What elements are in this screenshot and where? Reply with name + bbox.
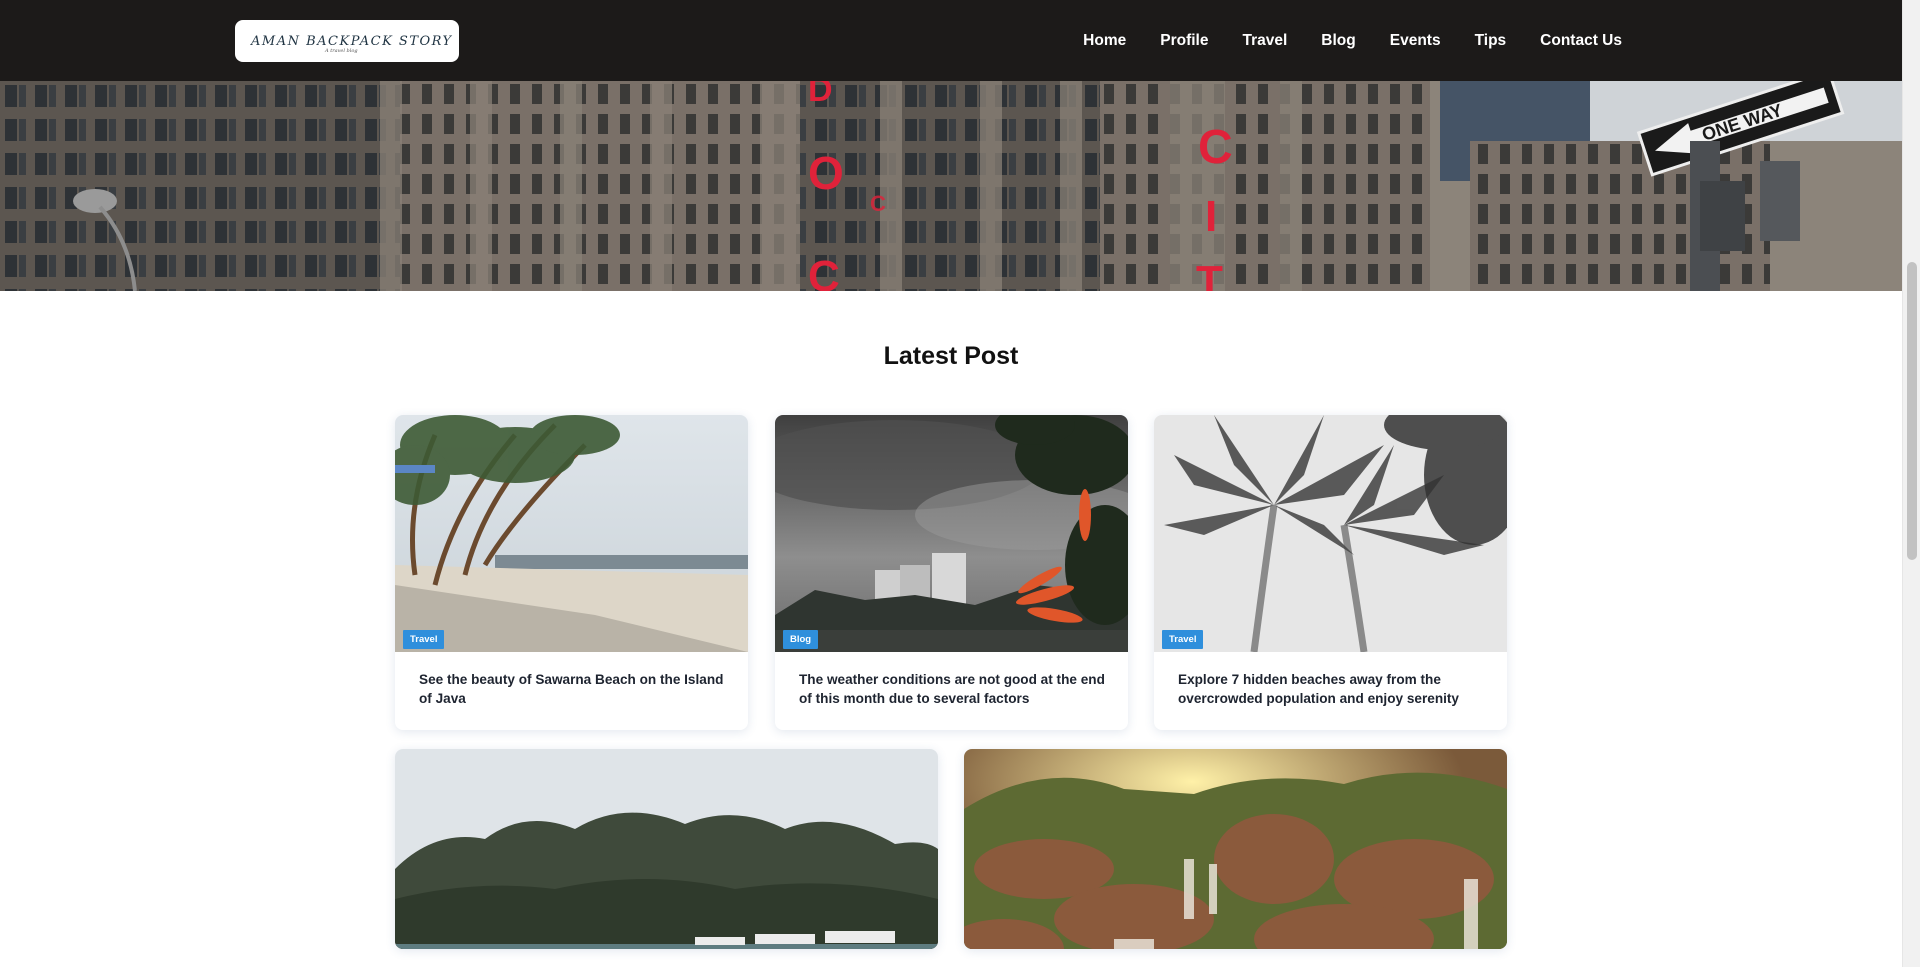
nav-profile[interactable]: Profile (1143, 32, 1225, 50)
site-logo[interactable]: AMAN BACKPACK STORY A travel blog (235, 20, 459, 62)
hero-city-image: D O C C I T C ONE WAY (0, 81, 1902, 291)
post-image-palm-trees (1154, 415, 1507, 652)
page-scrollbar[interactable] (1902, 0, 1920, 967)
post-image-storm-city (775, 415, 1128, 652)
nav-contact-us[interactable]: Contact Us (1523, 32, 1639, 50)
svg-text:C: C (808, 252, 840, 291)
main-nav: Home Profile Travel Blog Events Tips Con… (1066, 0, 1639, 81)
scrollbar-thumb[interactable] (1907, 262, 1917, 560)
section-title: Latest Post (883, 342, 1019, 370)
svg-text:C: C (870, 191, 886, 216)
post-card[interactable]: Travel See the beauty of Sawarna Beach o… (395, 415, 748, 730)
nav-events[interactable]: Events (1373, 32, 1458, 50)
logo-text: AMAN BACKPACK STORY (251, 33, 453, 49)
category-tag[interactable]: Travel (1162, 630, 1204, 649)
post-image-beach (395, 415, 748, 652)
svg-text:I: I (1205, 192, 1217, 241)
post-image-waterfall (964, 749, 1507, 949)
post-card[interactable]: Travel Explore 7 hidden beaches away fro… (1154, 415, 1507, 730)
svg-text:T: T (1196, 257, 1223, 291)
svg-text:C: C (1198, 121, 1233, 174)
post-title[interactable]: See the beauty of Sawarna Beach on the I… (419, 670, 728, 708)
post-title[interactable]: Explore 7 hidden beaches away from the o… (1178, 670, 1487, 708)
category-tag[interactable]: Travel (403, 630, 445, 649)
nav-tips[interactable]: Tips (1458, 32, 1524, 50)
post-title[interactable]: The weather conditions are not good at t… (799, 670, 1108, 708)
post-image-harbor (395, 749, 938, 949)
post-card[interactable]: Blog The weather conditions are not good… (775, 415, 1128, 730)
category-tag[interactable]: Blog (783, 630, 819, 649)
logo-subtext: A travel blog (325, 48, 358, 54)
site-header: AMAN BACKPACK STORY A travel blog Home P… (0, 0, 1902, 81)
svg-text:O: O (808, 147, 844, 199)
post-card-large[interactable] (395, 749, 938, 949)
post-card-large[interactable] (964, 749, 1507, 949)
nav-travel[interactable]: Travel (1225, 32, 1304, 50)
nav-home[interactable]: Home (1066, 32, 1143, 50)
nav-blog[interactable]: Blog (1304, 32, 1372, 50)
svg-text:D: D (808, 81, 833, 109)
hero-banner: D O C C I T C ONE WAY (0, 81, 1902, 291)
